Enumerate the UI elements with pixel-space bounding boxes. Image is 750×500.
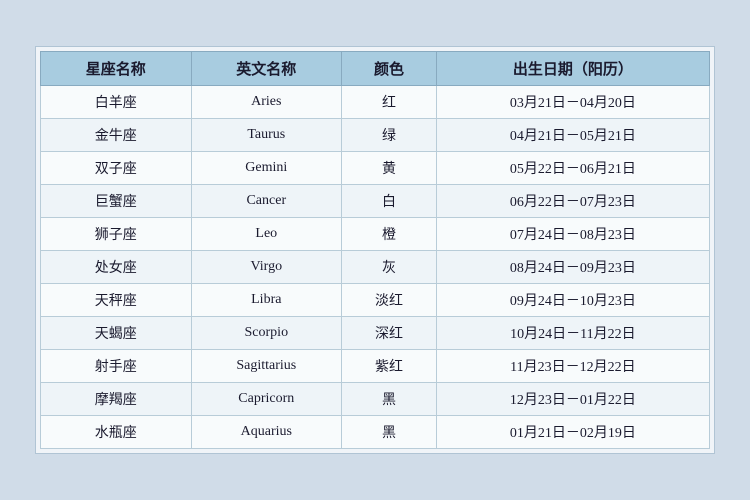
table-cell: Aquarius: [191, 416, 342, 449]
table-cell: 绿: [342, 119, 437, 152]
table-cell: 07月24日－08月23日: [436, 218, 709, 251]
table-cell: 橙: [342, 218, 437, 251]
zodiac-table: 星座名称英文名称颜色出生日期（阳历） 白羊座Aries红03月21日－04月20…: [40, 51, 710, 449]
table-cell: 水瓶座: [41, 416, 192, 449]
table-row: 天蝎座Scorpio深红10月24日－11月22日: [41, 317, 710, 350]
table-cell: 狮子座: [41, 218, 192, 251]
table-cell: Gemini: [191, 152, 342, 185]
table-header-cell: 英文名称: [191, 52, 342, 86]
table-cell: 紫红: [342, 350, 437, 383]
table-cell: Libra: [191, 284, 342, 317]
table-cell: 08月24日－09月23日: [436, 251, 709, 284]
table-cell: 09月24日－10月23日: [436, 284, 709, 317]
table-body: 白羊座Aries红03月21日－04月20日金牛座Taurus绿04月21日－0…: [41, 86, 710, 449]
table-cell: 10月24日－11月22日: [436, 317, 709, 350]
table-row: 天秤座Libra淡红09月24日－10月23日: [41, 284, 710, 317]
table-cell: 黑: [342, 383, 437, 416]
table-row: 狮子座Leo橙07月24日－08月23日: [41, 218, 710, 251]
table-row: 双子座Gemini黄05月22日－06月21日: [41, 152, 710, 185]
table-cell: 摩羯座: [41, 383, 192, 416]
table-cell: 12月23日－01月22日: [436, 383, 709, 416]
table-cell: Cancer: [191, 185, 342, 218]
table-cell: 射手座: [41, 350, 192, 383]
table-header-row: 星座名称英文名称颜色出生日期（阳历）: [41, 52, 710, 86]
table-cell: 白: [342, 185, 437, 218]
table-header-cell: 出生日期（阳历）: [436, 52, 709, 86]
table-cell: Aries: [191, 86, 342, 119]
table-cell: 天秤座: [41, 284, 192, 317]
table-row: 金牛座Taurus绿04月21日－05月21日: [41, 119, 710, 152]
table-cell: 红: [342, 86, 437, 119]
table-cell: 白羊座: [41, 86, 192, 119]
table-row: 摩羯座Capricorn黑12月23日－01月22日: [41, 383, 710, 416]
table-header-cell: 星座名称: [41, 52, 192, 86]
table-cell: 天蝎座: [41, 317, 192, 350]
table-cell: 淡红: [342, 284, 437, 317]
table-cell: 黑: [342, 416, 437, 449]
table-cell: 灰: [342, 251, 437, 284]
table-cell: Sagittarius: [191, 350, 342, 383]
table-cell: Virgo: [191, 251, 342, 284]
table-cell: Capricorn: [191, 383, 342, 416]
table-cell: 01月21日－02月19日: [436, 416, 709, 449]
zodiac-table-container: 星座名称英文名称颜色出生日期（阳历） 白羊座Aries红03月21日－04月20…: [35, 46, 715, 454]
table-cell: 深红: [342, 317, 437, 350]
table-row: 巨蟹座Cancer白06月22日－07月23日: [41, 185, 710, 218]
table-row: 白羊座Aries红03月21日－04月20日: [41, 86, 710, 119]
table-row: 水瓶座Aquarius黑01月21日－02月19日: [41, 416, 710, 449]
table-row: 处女座Virgo灰08月24日－09月23日: [41, 251, 710, 284]
table-cell: 11月23日－12月22日: [436, 350, 709, 383]
table-header-cell: 颜色: [342, 52, 437, 86]
table-cell: Leo: [191, 218, 342, 251]
table-cell: Taurus: [191, 119, 342, 152]
table-cell: 巨蟹座: [41, 185, 192, 218]
table-cell: Scorpio: [191, 317, 342, 350]
table-cell: 04月21日－05月21日: [436, 119, 709, 152]
table-cell: 06月22日－07月23日: [436, 185, 709, 218]
table-cell: 双子座: [41, 152, 192, 185]
table-cell: 黄: [342, 152, 437, 185]
table-cell: 金牛座: [41, 119, 192, 152]
table-row: 射手座Sagittarius紫红11月23日－12月22日: [41, 350, 710, 383]
table-cell: 03月21日－04月20日: [436, 86, 709, 119]
table-cell: 处女座: [41, 251, 192, 284]
table-cell: 05月22日－06月21日: [436, 152, 709, 185]
